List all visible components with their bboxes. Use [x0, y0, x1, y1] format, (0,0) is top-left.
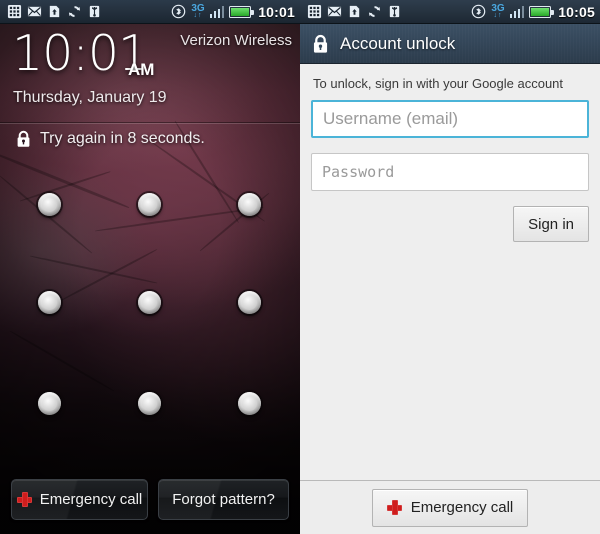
- emergency-call-button[interactable]: Emergency call: [11, 479, 148, 520]
- bluetooth-icon: [472, 4, 486, 19]
- usb-icon: [89, 5, 100, 18]
- lockscreen-clock-block: Verizon Wireless 10:01 AM Thursday, Janu…: [0, 26, 300, 126]
- lockscreen-divider: [0, 123, 300, 124]
- pattern-dot-7[interactable]: [38, 392, 61, 415]
- status-icons-left: [307, 4, 402, 19]
- pattern-dot-8[interactable]: [138, 392, 161, 415]
- battery-icon: [529, 5, 554, 18]
- lockscreen-ampm: AM: [128, 60, 155, 79]
- forgot-pattern-label: Forgot pattern?: [172, 491, 275, 508]
- lockscreen-status-bar: 3G ↓↑ 10:01: [0, 0, 300, 24]
- pattern-dot-2[interactable]: [138, 193, 161, 216]
- account-unlock-panel: 3G ↓↑ 10:05 Account unlock To unlock, si…: [300, 0, 600, 534]
- apps-grid-icon: [7, 4, 22, 19]
- forgot-pattern-button[interactable]: Forgot pattern?: [158, 479, 289, 520]
- emergency-call-label: Emergency call: [39, 491, 143, 508]
- lock-icon: [17, 130, 30, 147]
- pattern-dot-1[interactable]: [38, 193, 61, 216]
- mail-icon: [27, 6, 42, 17]
- sign-in-label: Sign in: [528, 215, 574, 233]
- account-unlock-title: Account unlock: [340, 33, 456, 53]
- status-clock: 10:01: [258, 3, 295, 20]
- battery-icon: [229, 5, 254, 18]
- carrier-label: Verizon Wireless: [180, 32, 292, 49]
- sdcard-icon: [349, 5, 360, 18]
- usb-icon: [389, 5, 400, 18]
- 3g-signal-icon: 3G ↓↑: [191, 3, 204, 19]
- sdcard-icon: [49, 5, 60, 18]
- red-cross-icon: [386, 500, 402, 515]
- emergency-call-label: Emergency call: [410, 499, 514, 516]
- lockout-message: Try again in 8 seconds.: [40, 130, 205, 147]
- username-input[interactable]: [311, 100, 589, 138]
- lock-icon: [313, 34, 328, 53]
- red-cross-icon: [16, 492, 32, 507]
- lockscreen-date: Thursday, January 19: [13, 89, 167, 106]
- 3g-signal-icon: 3G ↓↑: [491, 3, 504, 19]
- apps-grid-icon: [307, 4, 322, 19]
- pattern-dot-3[interactable]: [238, 193, 261, 216]
- pattern-dot-4[interactable]: [38, 291, 61, 314]
- pattern-dot-6[interactable]: [238, 291, 261, 314]
- account-unlock-titlebar: Account unlock: [300, 24, 600, 64]
- account-unlock-form: To unlock, sign in with your Google acco…: [300, 64, 600, 242]
- emergency-call-button[interactable]: Emergency call: [371, 488, 529, 527]
- pattern-lock-grid[interactable]: [0, 180, 300, 445]
- unlock-status-bar: 3G ↓↑ 10:05: [300, 0, 600, 24]
- sync-icon: [368, 6, 381, 17]
- status-clock: 10:05: [558, 3, 595, 20]
- sign-in-button[interactable]: Sign in: [513, 206, 589, 242]
- lockout-message-row: Try again in 8 seconds.: [16, 130, 205, 148]
- pattern-dot-5[interactable]: [138, 291, 161, 314]
- status-icons-right: 3G ↓↑ 10:05: [471, 3, 595, 20]
- signal-bars-icon: [209, 5, 225, 18]
- bluetooth-icon: [172, 4, 186, 19]
- sign-in-row: Sign in: [311, 206, 589, 242]
- mail-icon: [327, 6, 342, 17]
- sync-icon: [68, 6, 81, 17]
- status-icons-left: [7, 4, 102, 19]
- signal-bars-icon: [509, 5, 525, 18]
- password-input[interactable]: [311, 153, 589, 191]
- unlock-hint-text: To unlock, sign in with your Google acco…: [313, 76, 564, 91]
- unlock-bottom-bar: Emergency call: [300, 480, 600, 534]
- lockscreen-panel: 3G ↓↑ 10:01 Verizon Wireless 10:01 AM Th…: [0, 0, 300, 534]
- pattern-dot-9[interactable]: [238, 392, 261, 415]
- screenshot-root: 3G ↓↑ 10:01 Verizon Wireless 10:01 AM Th…: [0, 0, 600, 534]
- lockscreen-button-row: Emergency call Forgot pattern?: [0, 479, 300, 521]
- status-icons-right: 3G ↓↑ 10:01: [171, 3, 295, 20]
